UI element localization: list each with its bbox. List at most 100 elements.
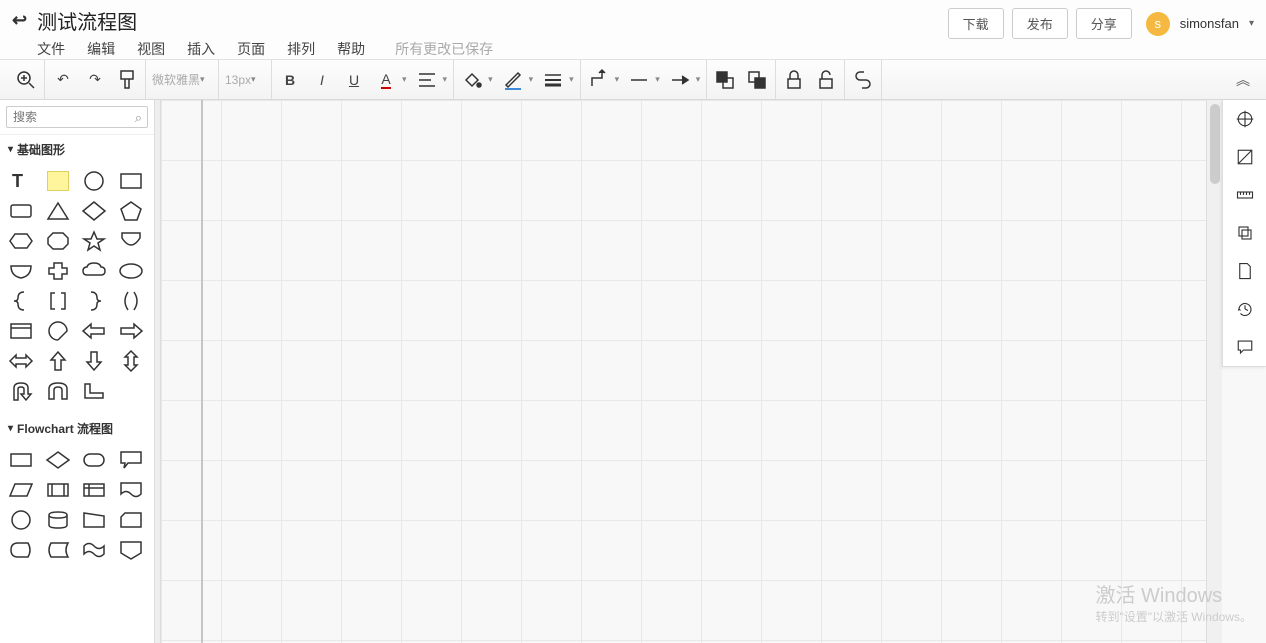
fc-document[interactable] (116, 477, 146, 503)
comment-icon[interactable] (1223, 328, 1266, 366)
redo-icon[interactable]: ↷ (83, 68, 107, 92)
shape-cloud[interactable] (79, 258, 109, 284)
shape-ellipse[interactable] (116, 258, 146, 284)
history-icon[interactable] (1223, 290, 1266, 328)
fc-offpage[interactable] (116, 537, 146, 563)
avatar[interactable]: s (1146, 12, 1170, 36)
menu-view[interactable]: 视图 (137, 39, 165, 59)
shape-paren[interactable] (116, 288, 146, 314)
menu-page[interactable]: 页面 (237, 39, 265, 59)
share-button[interactable]: 分享 (1076, 8, 1132, 39)
zoom-icon[interactable] (14, 68, 38, 92)
line-color-icon[interactable] (501, 68, 525, 92)
fc-stored[interactable] (43, 537, 73, 563)
fc-process[interactable] (6, 447, 36, 473)
shape-arrow-lr[interactable] (6, 348, 36, 374)
username[interactable]: simonsfan (1180, 16, 1239, 31)
line-style-icon[interactable] (541, 68, 565, 92)
shape-octagon[interactable] (43, 228, 73, 254)
italic-icon[interactable]: I (310, 68, 334, 92)
menu-file[interactable]: 文件 (37, 39, 65, 59)
connector-type-icon[interactable] (587, 68, 611, 92)
shape-diamond[interactable] (79, 198, 109, 224)
bold-icon[interactable]: B (278, 68, 302, 92)
shape-circle[interactable] (79, 168, 109, 194)
ruler-icon[interactable] (1223, 176, 1266, 214)
fc-connector[interactable] (6, 507, 36, 533)
fc-internal[interactable] (79, 477, 109, 503)
align-icon[interactable] (415, 68, 439, 92)
user-menu-caret[interactable]: ▾ (1249, 18, 1254, 29)
menu-arrange[interactable]: 排列 (287, 39, 315, 59)
shape-arrow-ud[interactable] (116, 348, 146, 374)
menu-edit[interactable]: 编辑 (87, 39, 115, 59)
unlock-icon[interactable] (814, 68, 838, 92)
scroll-thumb[interactable] (1210, 104, 1220, 184)
bring-front-icon[interactable] (713, 68, 737, 92)
send-back-icon[interactable] (745, 68, 769, 92)
publish-button[interactable]: 发布 (1012, 8, 1068, 39)
fc-terminator[interactable] (79, 447, 109, 473)
menu-help[interactable]: 帮助 (337, 39, 365, 59)
shape-arrow-u[interactable] (43, 348, 73, 374)
layers-icon[interactable] (1223, 214, 1266, 252)
fc-database[interactable] (43, 507, 73, 533)
shape-card[interactable] (6, 318, 36, 344)
underline-icon[interactable]: U (342, 68, 366, 92)
shape-brace-r[interactable] (79, 288, 109, 314)
fc-decision[interactable] (43, 447, 73, 473)
shape-triangle[interactable] (43, 198, 73, 224)
shape-brace-l[interactable] (6, 288, 36, 314)
category-basic[interactable]: ▾基础图形 (0, 135, 154, 164)
search-input[interactable] (6, 106, 148, 128)
format-painter-icon[interactable] (115, 68, 139, 92)
fc-predef[interactable] (43, 477, 73, 503)
shape-note[interactable] (43, 168, 73, 194)
fc-manual[interactable] (79, 507, 109, 533)
shape-hexagon[interactable] (6, 228, 36, 254)
shape-drop[interactable] (43, 318, 73, 344)
back-button[interactable]: ↩ (12, 10, 27, 31)
shape-roundrect[interactable] (6, 198, 36, 224)
fc-display[interactable] (6, 537, 36, 563)
document-title[interactable]: 测试流程图 (37, 6, 493, 35)
vertical-scrollbar[interactable] (1206, 100, 1222, 643)
shape-rect[interactable] (116, 168, 146, 194)
outline-icon[interactable] (1223, 138, 1266, 176)
shape-star[interactable] (79, 228, 109, 254)
shape-arrow-d[interactable] (79, 348, 109, 374)
page-icon[interactable] (1223, 252, 1266, 290)
undo-icon[interactable]: ↶ (51, 68, 75, 92)
shape-trapezoid[interactable] (6, 258, 36, 284)
lock-icon[interactable] (782, 68, 806, 92)
fc-card2[interactable] (116, 507, 146, 533)
arrow-end-icon[interactable] (668, 68, 692, 92)
shape-pentagon[interactable] (116, 198, 146, 224)
shape-blank[interactable] (116, 378, 146, 404)
menu-insert[interactable]: 插入 (187, 39, 215, 59)
navigator-icon[interactable] (1223, 100, 1266, 138)
font-size-select[interactable]: 13px▾ (225, 73, 265, 87)
download-button[interactable]: 下载 (948, 8, 1004, 39)
shape-shield[interactable] (116, 228, 146, 254)
fc-tape[interactable] (79, 537, 109, 563)
shape-bracket[interactable] (43, 288, 73, 314)
canvas[interactable] (161, 100, 1266, 643)
category-flowchart[interactable]: ▾Flowchart 流程图 (0, 414, 154, 443)
fc-callout[interactable] (116, 447, 146, 473)
fill-color-icon[interactable] (460, 68, 484, 92)
shape-arrow-l[interactable] (79, 318, 109, 344)
link-icon[interactable] (851, 68, 875, 92)
collapse-toolbar-icon[interactable]: ︽ (1228, 70, 1258, 90)
shape-uturn[interactable] (6, 378, 36, 404)
shape-text[interactable]: T (6, 168, 36, 194)
search-icon[interactable]: ⌕ (135, 110, 142, 126)
font-color-icon[interactable]: A (374, 68, 398, 92)
fc-data[interactable] (6, 477, 36, 503)
shape-plus[interactable] (43, 258, 73, 284)
font-family-select[interactable]: 微软雅黑▾ (152, 71, 212, 88)
shape-arrow-r[interactable] (116, 318, 146, 344)
line-plain-icon[interactable] (627, 68, 651, 92)
shape-corner[interactable] (79, 378, 109, 404)
shape-arch[interactable] (43, 378, 73, 404)
